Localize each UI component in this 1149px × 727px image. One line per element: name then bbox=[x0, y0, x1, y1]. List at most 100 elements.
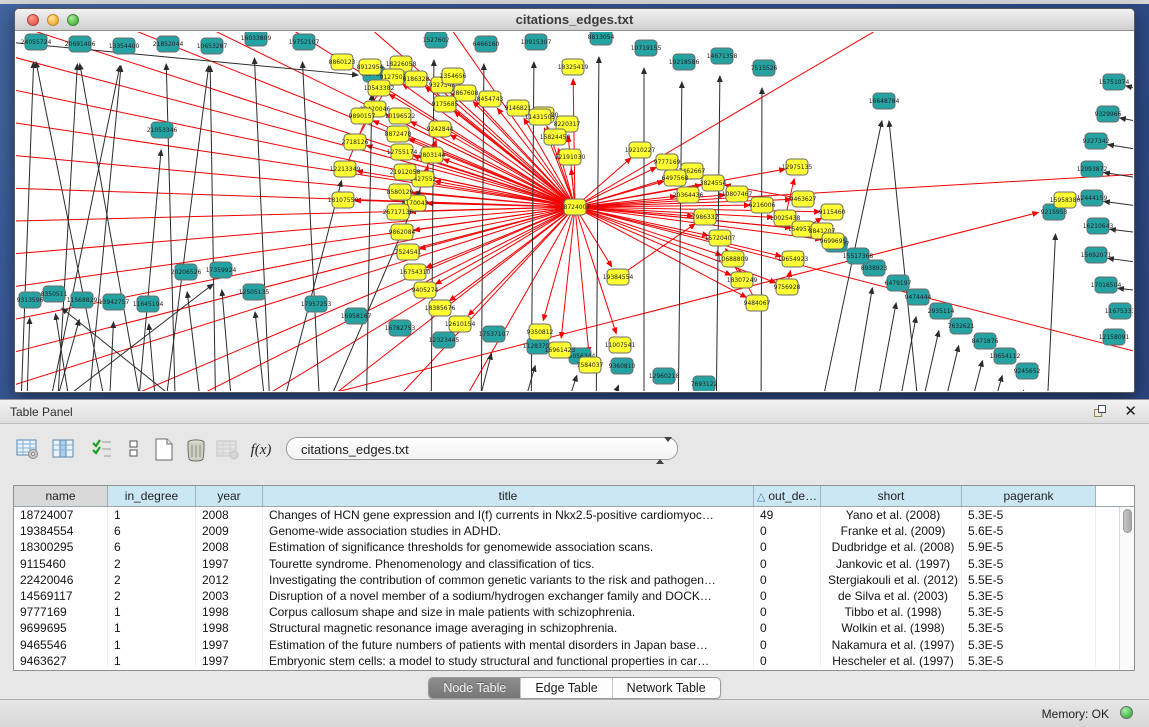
graph-node[interactable]: 15958380 bbox=[1050, 192, 1081, 208]
table-cell[interactable]: 1 bbox=[108, 637, 196, 653]
graph-node[interactable]: 3824554 bbox=[700, 175, 727, 191]
table-cell[interactable]: Estimation of the future numbers of pati… bbox=[263, 637, 754, 653]
table-cell[interactable]: 0 bbox=[754, 620, 821, 636]
float-panel-icon[interactable] bbox=[1093, 404, 1109, 420]
graph-node[interactable]: 8454743 bbox=[477, 91, 504, 107]
graph-node[interactable]: 12191030 bbox=[555, 149, 586, 165]
table-cell[interactable]: 0 bbox=[754, 556, 821, 572]
table-cell[interactable]: 1997 bbox=[196, 637, 263, 653]
table-row[interactable]: 946362711997Embryonic stem cells: a mode… bbox=[14, 653, 1134, 669]
graph-node[interactable]: 9862084 bbox=[389, 224, 416, 240]
graph-node[interactable]: 16782753 bbox=[385, 320, 416, 336]
graph-node[interactable]: 16958167 bbox=[341, 308, 372, 324]
select-columns-checklist-icon[interactable] bbox=[88, 436, 116, 466]
table-cell[interactable]: 5.3E-5 bbox=[962, 507, 1096, 523]
graph-node[interactable]: 10196522 bbox=[385, 108, 416, 124]
graph-node[interactable]: 18307249 bbox=[727, 272, 758, 288]
graph-node[interactable]: 17359924 bbox=[206, 262, 237, 278]
delete-table-icon[interactable] bbox=[182, 436, 210, 466]
graph-node[interactable]: 20691406 bbox=[65, 36, 96, 52]
graph-node[interactable]: 8471876 bbox=[972, 333, 999, 349]
graph-node[interactable]: 12093872 bbox=[1077, 161, 1108, 177]
graph-node[interactable]: 9463627 bbox=[790, 191, 817, 207]
graph-node[interactable]: 9699695 bbox=[820, 233, 847, 249]
graph-node[interactable]: 10543382 bbox=[364, 80, 395, 96]
column-header-pagerank[interactable]: pagerank bbox=[962, 486, 1096, 506]
table-cell[interactable]: 5.3E-5 bbox=[962, 637, 1096, 653]
column-header-indegree[interactable]: in_degree bbox=[108, 486, 196, 506]
table-cell[interactable]: 0 bbox=[754, 637, 821, 653]
graph-node[interactable]: 16648784 bbox=[869, 93, 900, 109]
graph-node[interactable]: 11431505 bbox=[525, 109, 556, 125]
graph-node[interactable]: 12960218 bbox=[649, 368, 680, 384]
table-row[interactable]: 1830029562008Estimation of significance … bbox=[14, 539, 1134, 555]
table-cell[interactable]: Wolkin et al. (1998) bbox=[821, 620, 962, 636]
graph-node[interactable]: 9313596 bbox=[17, 292, 44, 308]
table-row[interactable]: 1872400712008Changes of HCN gene express… bbox=[14, 507, 1134, 523]
graph-node[interactable]: 9777169 bbox=[654, 154, 681, 170]
graph-node[interactable]: 20364436 bbox=[673, 187, 704, 203]
graph-node[interactable]: 8813054 bbox=[588, 32, 615, 45]
table-cell[interactable]: 0 bbox=[754, 653, 821, 669]
graph-node[interactable]: 2718126 bbox=[342, 134, 369, 150]
table-cell[interactable]: Franke et al. (2009) bbox=[821, 523, 962, 539]
graph-node[interactable]: 12610154 bbox=[445, 316, 476, 332]
graph-node[interactable]: 8860123 bbox=[329, 54, 356, 70]
close-panel-icon[interactable]: ✕ bbox=[1124, 402, 1137, 420]
graph-node[interactable]: 7986332 bbox=[692, 209, 719, 225]
graph-node[interactable]: 9115460 bbox=[819, 204, 846, 220]
column-header-name[interactable]: name bbox=[14, 486, 108, 506]
table-cell[interactable]: Corpus callosum shape and size in male p… bbox=[263, 604, 754, 620]
column-header-year[interactable]: year bbox=[196, 486, 263, 506]
table-cell[interactable]: 9463627 bbox=[14, 653, 108, 669]
graph-node[interactable]: 9474444 bbox=[905, 289, 932, 305]
table-cell[interactable]: 1998 bbox=[196, 620, 263, 636]
table-settings-icon[interactable] bbox=[14, 436, 42, 466]
table-cell[interactable]: 5.3E-5 bbox=[962, 604, 1096, 620]
table-cell[interactable]: 14569117 bbox=[14, 588, 108, 604]
table-cell[interactable]: Tourette syndrome. Phenomenology and cla… bbox=[263, 556, 754, 572]
table-cell[interactable]: 0 bbox=[754, 523, 821, 539]
graph-node[interactable]: 16961423 bbox=[545, 342, 576, 358]
graph-node[interactable]: 9890157 bbox=[349, 108, 376, 124]
graph-node[interactable]: 6216006 bbox=[749, 197, 776, 213]
table-cell[interactable]: 1 bbox=[108, 507, 196, 523]
graph-node[interactable]: 15720407 bbox=[705, 230, 736, 246]
table-cell[interactable]: 9115460 bbox=[14, 556, 108, 572]
table-cell[interactable]: 5.3E-5 bbox=[962, 556, 1096, 572]
table-cell[interactable]: 18724007 bbox=[14, 507, 108, 523]
table-cell[interactable]: Investigating the contribution of common… bbox=[263, 572, 754, 588]
column-header-short[interactable]: short bbox=[821, 486, 962, 506]
table-row[interactable]: 2242004622012Investigating the contribut… bbox=[14, 572, 1134, 588]
graph-node[interactable]: 2803144 bbox=[419, 147, 446, 163]
table-cell[interactable]: 0 bbox=[754, 539, 821, 555]
table-cell[interactable]: de Silva et al. (2003) bbox=[821, 588, 962, 604]
table-cell[interactable]: 5.3E-5 bbox=[962, 653, 1096, 669]
table-cell[interactable]: 2003 bbox=[196, 588, 263, 604]
graph-node[interactable]: 7524541 bbox=[395, 244, 422, 260]
scrollbar-thumb[interactable] bbox=[1123, 509, 1132, 533]
graph-node[interactable]: 8350511 bbox=[41, 286, 68, 302]
graph-node[interactable]: 18107550 bbox=[328, 192, 359, 208]
graph-node[interactable]: 9484067 bbox=[744, 295, 771, 311]
table-vertical-scrollbar[interactable] bbox=[1119, 507, 1134, 670]
graph-node[interactable]: 9242844 bbox=[427, 121, 454, 137]
graph-node[interactable]: 9329966 bbox=[1095, 106, 1122, 122]
graph-node[interactable]: 6479197 bbox=[885, 275, 912, 291]
graph-node[interactable]: 12505135 bbox=[239, 284, 270, 300]
graph-node[interactable]: 9175685 bbox=[432, 96, 459, 112]
table-cell[interactable]: Estimation of significance thresholds fo… bbox=[263, 539, 754, 555]
table-cell[interactable]: Nakamura et al. (1997) bbox=[821, 637, 962, 653]
graph-node[interactable]: 19752107 bbox=[289, 34, 320, 50]
tab-edge-table[interactable]: Edge Table bbox=[520, 678, 611, 698]
column-header-title[interactable]: title bbox=[263, 486, 754, 506]
table-cell[interactable]: 2008 bbox=[196, 507, 263, 523]
table-cell[interactable]: 19384554 bbox=[14, 523, 108, 539]
graph-node[interactable]: 8186328 bbox=[403, 71, 430, 87]
table-cell[interactable]: Jankovic et al. (1997) bbox=[821, 556, 962, 572]
table-cell[interactable]: 9699695 bbox=[14, 620, 108, 636]
table-cell[interactable]: 5.6E-5 bbox=[962, 523, 1096, 539]
graph-node[interactable]: 8872478 bbox=[385, 126, 412, 142]
graph-node[interactable]: 7515526 bbox=[751, 60, 778, 76]
table-cell[interactable]: Stergiakouli et al. (2012) bbox=[821, 572, 962, 588]
